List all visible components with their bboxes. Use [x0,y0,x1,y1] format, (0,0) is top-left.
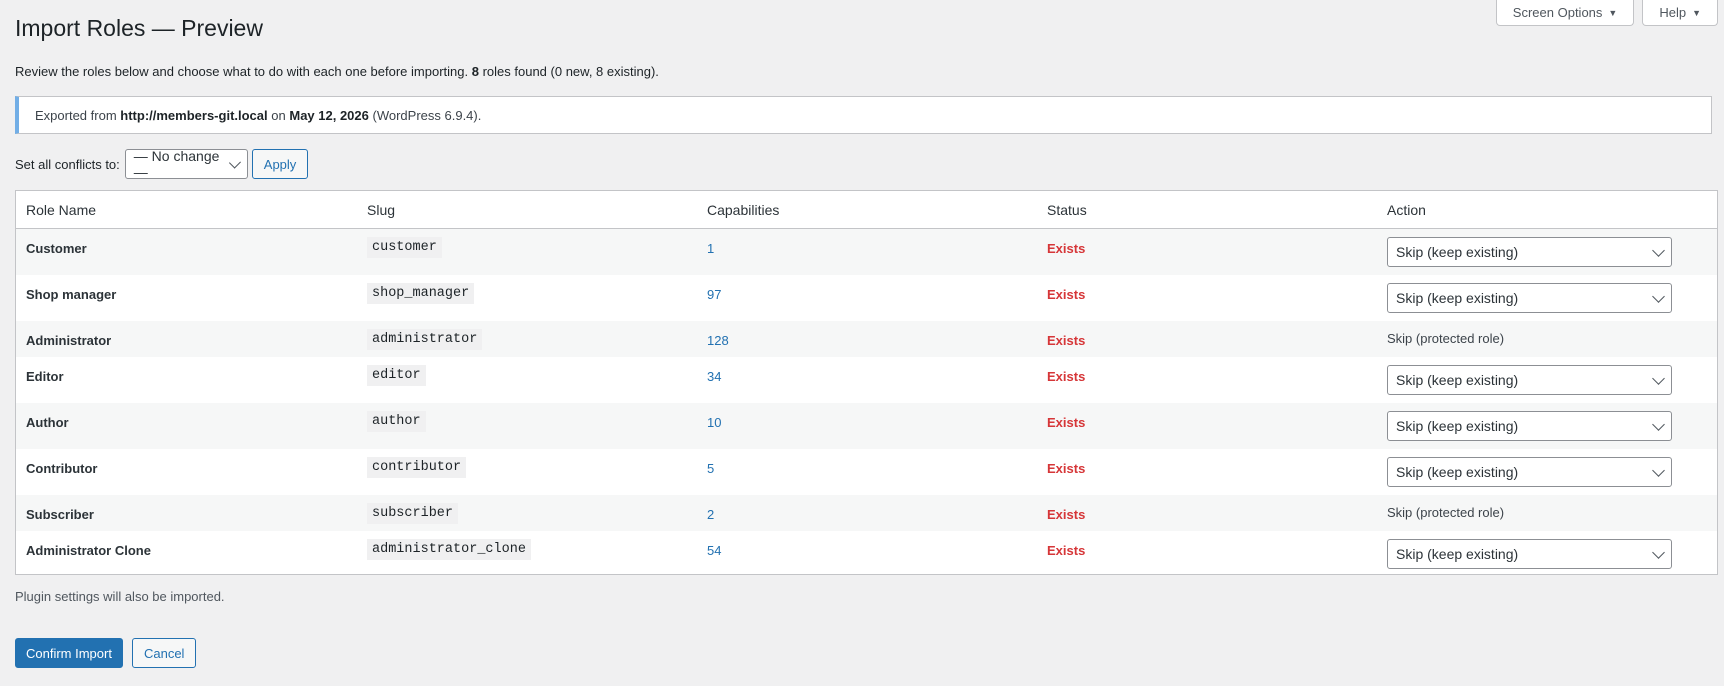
table-row: Administrator Clone administrator_clone … [16,531,1717,577]
chevron-down-icon [1652,545,1665,559]
roles-table: Role Name Slug Capabilities Status Actio… [15,190,1718,575]
page-title: Import Roles — Preview [15,15,263,41]
apply-button[interactable]: Apply [251,149,309,179]
protected-role-note: Skip (protected role) [1387,331,1505,346]
capabilities-link[interactable]: 1 [707,241,714,256]
status-badge: Exists [1047,543,1086,558]
desc-after: roles found (0 new, 8 existing). [482,64,659,79]
role-slug: administrator_clone [367,539,531,560]
action-select[interactable]: Skip (keep existing) [1387,457,1672,487]
desc-before: Review the roles below and choose what t… [15,64,469,79]
confirm-import-button[interactable]: Confirm Import [15,638,123,668]
chevron-down-icon [1652,371,1665,385]
capabilities-link[interactable]: 10 [707,415,721,430]
status-badge: Exists [1047,333,1086,348]
action-select[interactable]: Skip (keep existing) [1387,365,1672,395]
table-row: Subscriber subscriber 2 Exists Skip (pro… [16,495,1717,531]
status-badge: Exists [1047,415,1086,430]
roles-count: 8 [471,64,479,79]
role-name: Customer [26,241,87,256]
bulk-conflict-controls: Set all conflicts to: — No change — Appl… [15,148,309,180]
chevron-down-icon [1652,463,1665,477]
role-slug: customer [367,237,442,258]
chevron-down-icon [1652,243,1665,257]
table-row: Administrator administrator 128 Exists S… [16,321,1717,357]
table-row: Author author 10 Exists Skip (keep exist… [16,403,1717,449]
page-description: Review the roles below and choose what t… [15,64,659,79]
notice-date: May 12, 2026 [289,107,369,123]
caret-down-icon: ▼ [1692,7,1701,18]
notice-site: http://members-git.local [120,107,268,123]
notice-mid: on [271,107,286,123]
role-name: Subscriber [26,507,94,522]
cancel-button[interactable]: Cancel [131,638,197,668]
action-select-value: Skip (keep existing) [1396,372,1519,388]
table-row: Customer customer 1 Exists Skip (keep ex… [16,229,1717,275]
role-name: Contributor [26,461,98,476]
role-slug: subscriber [367,503,459,524]
action-select[interactable]: Skip (keep existing) [1387,411,1672,441]
action-select-value: Skip (keep existing) [1396,546,1519,562]
capabilities-link[interactable]: 54 [707,543,721,558]
table-row: Contributor contributor 5 Exists Skip (k… [16,449,1717,495]
action-select-value: Skip (keep existing) [1396,290,1519,306]
role-name: Administrator Clone [26,543,151,558]
capabilities-link[interactable]: 128 [707,333,729,348]
capabilities-link[interactable]: 34 [707,369,721,384]
header-role-name: Role Name [26,202,97,218]
capabilities-link[interactable]: 2 [707,507,714,522]
status-badge: Exists [1047,287,1086,302]
action-select-value: Skip (keep existing) [1396,418,1519,434]
screen-options-label: Screen Options [1512,5,1603,20]
role-name: Editor [26,369,64,384]
notice-suffix: (WordPress 6.9.4). [372,107,482,123]
capabilities-link[interactable]: 5 [707,461,714,476]
table-header: Role Name Slug Capabilities Status Actio… [16,191,1717,229]
export-info-notice: Exported from http://members-git.local o… [15,96,1712,134]
help-label: Help [1659,5,1687,20]
status-badge: Exists [1047,507,1086,522]
screen-meta: Screen Options ▼ Help ▼ [1495,0,1718,26]
action-select[interactable]: Skip (keep existing) [1387,283,1672,313]
header-capabilities: Capabilities [707,202,780,218]
notice-prefix: Exported from [35,107,117,123]
plugin-settings-note: Plugin settings will also be imported. [15,589,225,604]
action-select[interactable]: Skip (keep existing) [1387,237,1672,267]
header-action: Action [1387,202,1426,218]
form-actions: Confirm Import Cancel [15,638,197,668]
action-select-value: Skip (keep existing) [1396,464,1519,480]
chevron-down-icon [228,156,241,168]
role-slug: shop_manager [367,283,475,304]
role-slug: editor [367,365,426,386]
caret-down-icon: ▼ [1608,7,1618,18]
role-name: Shop manager [26,287,117,302]
chevron-down-icon [1652,417,1665,431]
action-select-value: Skip (keep existing) [1396,244,1519,260]
bulk-select-value: — No change — [133,148,220,180]
bulk-conflict-select[interactable]: — No change — [124,148,248,180]
role-slug: administrator [367,329,483,350]
header-slug: Slug [367,202,396,218]
role-name: Author [26,415,69,430]
role-slug: author [367,411,426,432]
table-row: Shop manager shop_manager 97 Exists Skip… [16,275,1717,321]
status-badge: Exists [1047,241,1086,256]
table-row: Editor editor 34 Exists Skip (keep exist… [16,357,1717,403]
bulk-label: Set all conflicts to: [15,156,120,172]
protected-role-note: Skip (protected role) [1387,505,1505,520]
capabilities-link[interactable]: 97 [707,287,721,302]
chevron-down-icon [1652,289,1665,303]
status-badge: Exists [1047,369,1086,384]
help-button[interactable]: Help ▼ [1642,0,1718,26]
role-slug: contributor [367,457,467,478]
header-status: Status [1047,202,1087,218]
screen-options-button[interactable]: Screen Options ▼ [1495,0,1635,26]
status-badge: Exists [1047,461,1086,476]
role-name: Administrator [26,333,112,348]
action-select[interactable]: Skip (keep existing) [1387,539,1672,569]
